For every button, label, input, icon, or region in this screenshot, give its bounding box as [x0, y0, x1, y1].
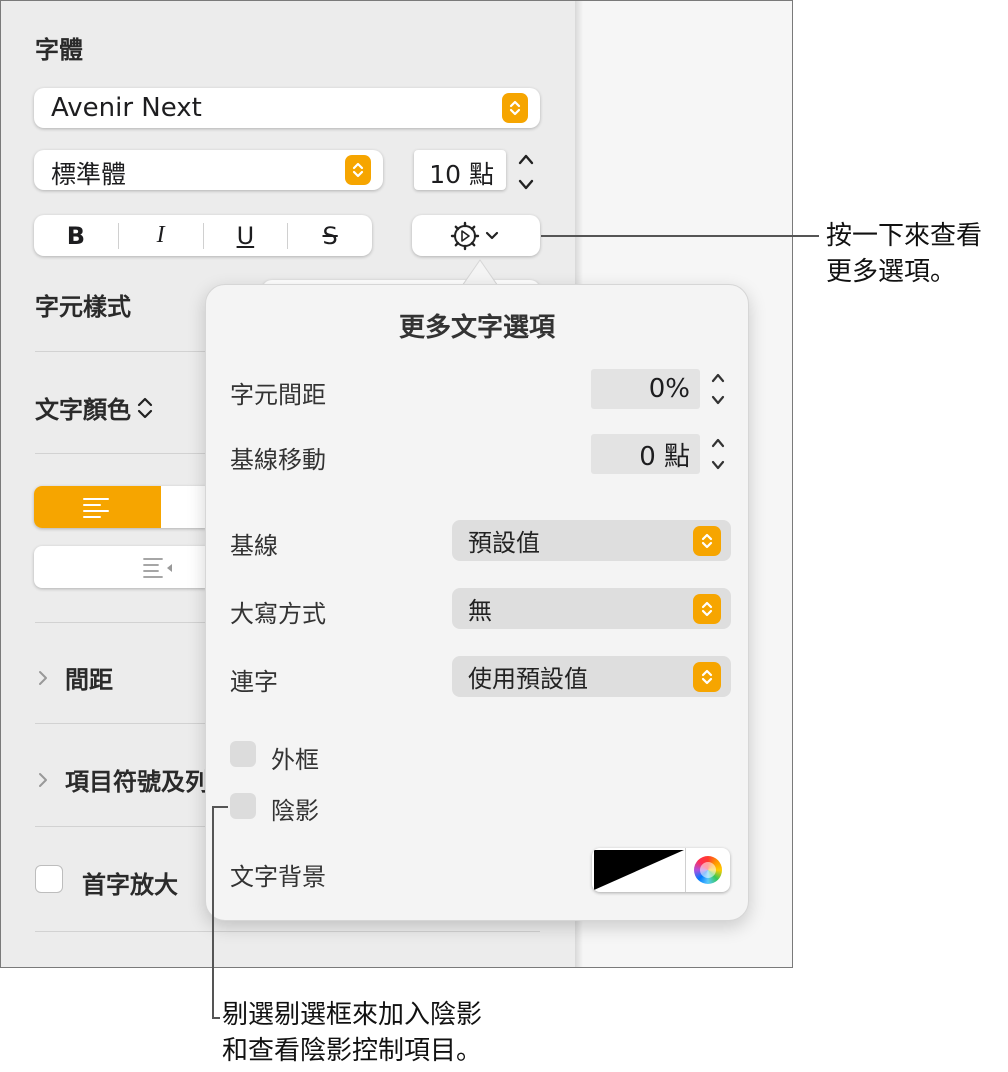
- baseline-value: 預設值: [468, 529, 540, 557]
- callout-gear-line-2: 更多選項。: [826, 257, 957, 287]
- callout-gear-line-1: 按一下來查看: [826, 221, 983, 251]
- font-size-value: 10 點: [429, 160, 494, 189]
- italic-button[interactable]: I: [119, 215, 203, 256]
- bold-button[interactable]: B: [34, 215, 118, 256]
- baseline-shift-stepper[interactable]: [705, 434, 731, 474]
- underline-button[interactable]: U: [204, 215, 288, 256]
- chevron-updown-icon: [502, 93, 528, 123]
- char-spacing-field[interactable]: 0%: [591, 369, 700, 409]
- outline-label: 外框: [271, 746, 319, 774]
- ligatures-label: 連字: [230, 668, 278, 696]
- ligatures-value: 使用預設值: [468, 665, 588, 693]
- text-background-label: 文字背景: [230, 863, 326, 891]
- baseline-shift-label: 基線移動: [230, 446, 326, 474]
- drop-cap-label: 首字放大: [82, 871, 178, 899]
- color-wheel-icon[interactable]: [694, 856, 722, 884]
- bullets-label: 項目符號及列: [65, 768, 209, 796]
- callout-line-gear: [541, 235, 819, 237]
- strikethrough-button[interactable]: S: [288, 215, 372, 256]
- stepper-down-icon[interactable]: [707, 391, 729, 409]
- font-size-field[interactable]: 10 點: [414, 150, 506, 190]
- popover-arrow: [462, 259, 498, 286]
- spacing-label: 間距: [65, 666, 113, 694]
- stepper-down-icon[interactable]: [515, 174, 537, 194]
- stepper-up-icon[interactable]: [707, 369, 729, 387]
- char-spacing-stepper[interactable]: [705, 369, 731, 409]
- gear-icon: [450, 221, 499, 251]
- callout-gear: 按一下來查看 更多選項。: [826, 218, 982, 290]
- font-style-popup[interactable]: 標準體: [34, 150, 383, 190]
- font-heading: 字體: [35, 36, 83, 64]
- callout-shadow-line-1: 剔選剔選框來加入陰影: [222, 1000, 483, 1030]
- font-size-stepper[interactable]: [513, 150, 539, 194]
- font-family-value: Avenir Next: [51, 93, 202, 123]
- more-text-options-button[interactable]: [412, 215, 540, 256]
- character-styles-label: 字元樣式: [35, 293, 131, 321]
- indent-control: [34, 546, 206, 588]
- char-spacing-label: 字元間距: [230, 381, 326, 409]
- stepper-down-icon[interactable]: [707, 456, 729, 474]
- more-text-options-popover: 更多文字選項 字元間距 0% 基線移動 0 點 基線 預設值 大寫方式 無 連字…: [205, 284, 749, 921]
- chevron-right-icon: [39, 772, 47, 787]
- chevron-updown-icon: [345, 155, 371, 185]
- ligatures-popup[interactable]: 使用預設值: [452, 656, 731, 697]
- chevron-updown-icon: [693, 594, 721, 624]
- chevron-updown-icon: [693, 526, 721, 556]
- callout-line-shadow: [212, 806, 214, 1019]
- popover-title: 更多文字選項: [398, 313, 555, 343]
- callout-line-shadow-foot: [212, 1017, 220, 1019]
- decrease-indent-icon[interactable]: [142, 556, 176, 580]
- divider: [35, 931, 540, 932]
- chevron-right-icon: [39, 670, 47, 685]
- align-left-button[interactable]: [34, 486, 161, 528]
- text-background-color-well[interactable]: [592, 848, 730, 892]
- font-family-popup[interactable]: Avenir Next: [34, 88, 540, 128]
- capitalization-value: 無: [468, 597, 492, 625]
- stepper-up-icon[interactable]: [515, 150, 537, 170]
- baseline-popup[interactable]: 預設值: [452, 520, 731, 561]
- baseline-label: 基線: [230, 532, 278, 560]
- color-wheel-center: [700, 862, 716, 878]
- callout-shadow: 剔選剔選框來加入陰影 和查看陰影控制項目。: [222, 997, 482, 1069]
- stepper-up-icon[interactable]: [707, 434, 729, 452]
- capitalization-label: 大寫方式: [230, 600, 326, 628]
- callout-line-shadow-tick: [212, 806, 228, 808]
- text-format-segmented-control: B I U S: [34, 215, 372, 256]
- callout-shadow-line-2: 和查看陰影控制項目。: [222, 1036, 483, 1066]
- capitalization-popup[interactable]: 無: [452, 588, 731, 629]
- drop-cap-checkbox[interactable]: [35, 865, 63, 893]
- bullets-disclosure[interactable]: 項目符號及列: [35, 762, 210, 797]
- baseline-shift-field[interactable]: 0 點: [591, 434, 700, 474]
- shadow-label: 陰影: [271, 797, 319, 825]
- outline-checkbox[interactable]: [230, 741, 256, 767]
- shadow-checkbox[interactable]: [230, 793, 256, 819]
- align-left-icon: [83, 498, 109, 518]
- spacing-disclosure[interactable]: 間距: [35, 660, 113, 695]
- color-swatch: [594, 850, 684, 890]
- color-well-divider: [685, 848, 686, 892]
- text-color-label: 文字顏色: [35, 396, 131, 424]
- chevron-updown-icon: [693, 662, 721, 692]
- chevron-updown-icon: [137, 397, 153, 418]
- font-style-value: 標準體: [51, 160, 127, 189]
- text-color-control[interactable]: 文字顏色: [35, 390, 155, 425]
